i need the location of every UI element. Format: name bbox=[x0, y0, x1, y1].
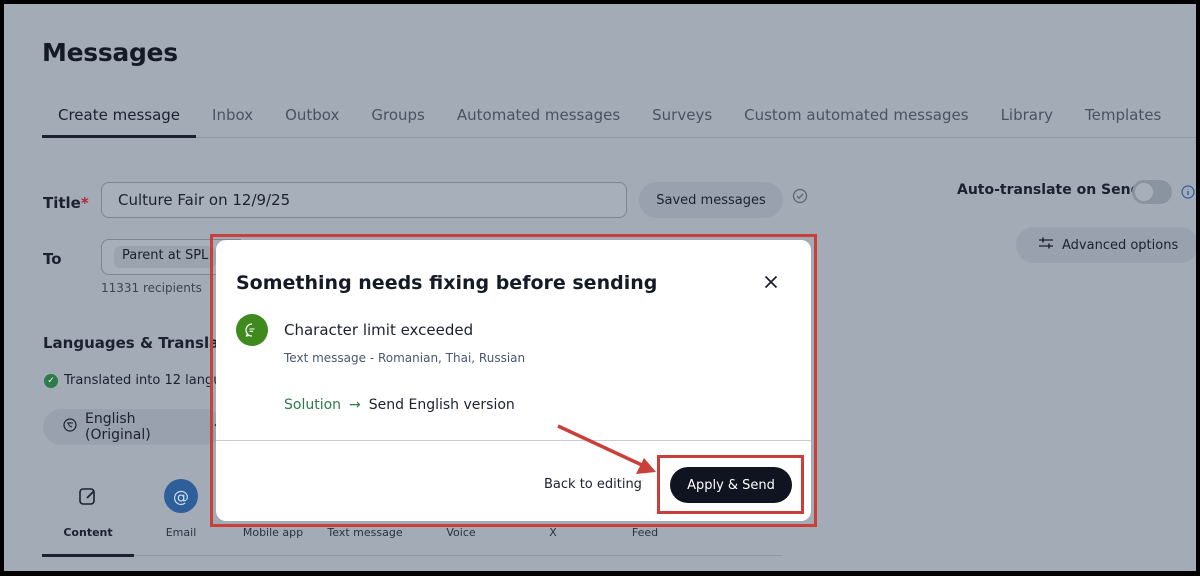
tab-create-message[interactable]: Create message bbox=[42, 100, 197, 138]
recipient-chip[interactable]: Parent at SPL bbox=[114, 246, 217, 268]
channel-label: Email bbox=[165, 526, 197, 539]
advanced-options-label: Advanced options bbox=[1062, 237, 1179, 253]
channel-label: Feed bbox=[631, 526, 659, 539]
saved-messages-button[interactable]: Saved messages bbox=[639, 182, 783, 218]
channel-label: Mobile app bbox=[242, 526, 304, 539]
language-selector[interactable]: English (Original) bbox=[43, 409, 223, 445]
check-icon: ✓ bbox=[44, 373, 58, 388]
to-label: To bbox=[43, 250, 62, 268]
tab-surveys[interactable]: Surveys bbox=[636, 100, 728, 138]
tab-outbox[interactable]: Outbox bbox=[269, 100, 355, 138]
language-pill-label: English (Original) bbox=[85, 411, 151, 443]
page-title: Messages bbox=[42, 38, 178, 67]
channel-label: Content bbox=[63, 526, 113, 539]
tab-bar: Create message Inbox Outbox Groups Autom… bbox=[42, 100, 1196, 138]
required-mark: * bbox=[80, 194, 89, 212]
tab-inbox[interactable]: Inbox bbox=[196, 100, 269, 138]
tab-library[interactable]: Library bbox=[985, 100, 1069, 138]
title-label: Title* bbox=[43, 194, 89, 212]
translated-note-text: Translated into 12 langu bbox=[64, 373, 222, 388]
annotation-arrow-icon bbox=[557, 424, 656, 474]
translate-icon bbox=[63, 418, 77, 436]
channel-label: Voice bbox=[446, 526, 476, 539]
title-label-text: Title bbox=[43, 194, 81, 212]
title-input[interactable]: Culture Fair on 12/9/25 bbox=[101, 182, 627, 218]
active-channel-indicator bbox=[42, 554, 134, 557]
at-icon: @ bbox=[164, 479, 198, 513]
auto-translate-label: Auto-translate on Send bbox=[957, 182, 1141, 198]
channel-label: X bbox=[549, 526, 557, 539]
info-icon[interactable] bbox=[1181, 184, 1195, 203]
check-circle-icon bbox=[792, 188, 808, 208]
edit-icon bbox=[43, 476, 133, 516]
auto-translate-toggle[interactable] bbox=[1132, 180, 1172, 204]
tab-custom-automated-messages[interactable]: Custom automated messages bbox=[728, 100, 984, 138]
sliders-icon bbox=[1038, 236, 1054, 254]
tab-automated-messages[interactable]: Automated messages bbox=[441, 100, 636, 138]
translated-note: ✓ Translated into 12 langu bbox=[44, 373, 221, 388]
recipient-count: 11331 recipients bbox=[101, 281, 202, 295]
channel-content[interactable]: Content bbox=[43, 476, 133, 539]
tab-templates[interactable]: Templates bbox=[1069, 100, 1177, 138]
advanced-options-button[interactable]: Advanced options bbox=[1016, 227, 1196, 263]
tab-groups[interactable]: Groups bbox=[355, 100, 440, 138]
channel-label: Text message bbox=[327, 526, 403, 539]
annotation-button-outline bbox=[657, 455, 804, 514]
app-frame: Messages Create message Inbox Outbox Gro… bbox=[4, 4, 1196, 571]
